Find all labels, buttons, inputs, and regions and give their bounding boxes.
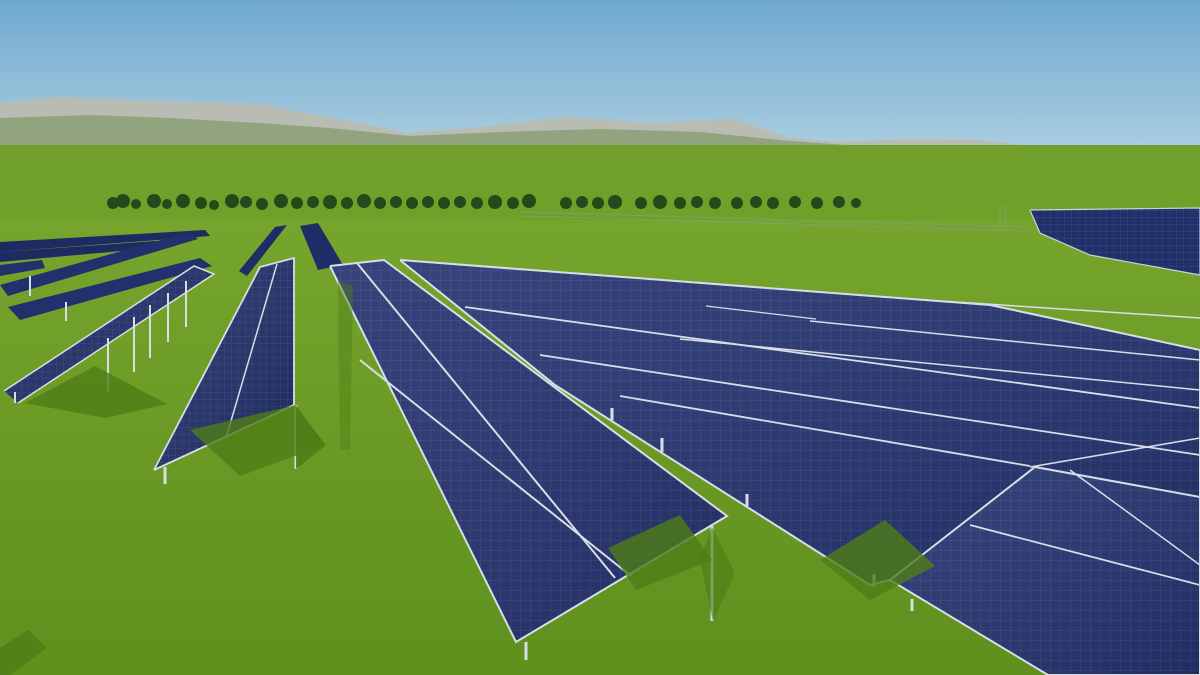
solar-farm-scene (0, 0, 1200, 675)
solar-farm-illustration (0, 0, 1200, 675)
